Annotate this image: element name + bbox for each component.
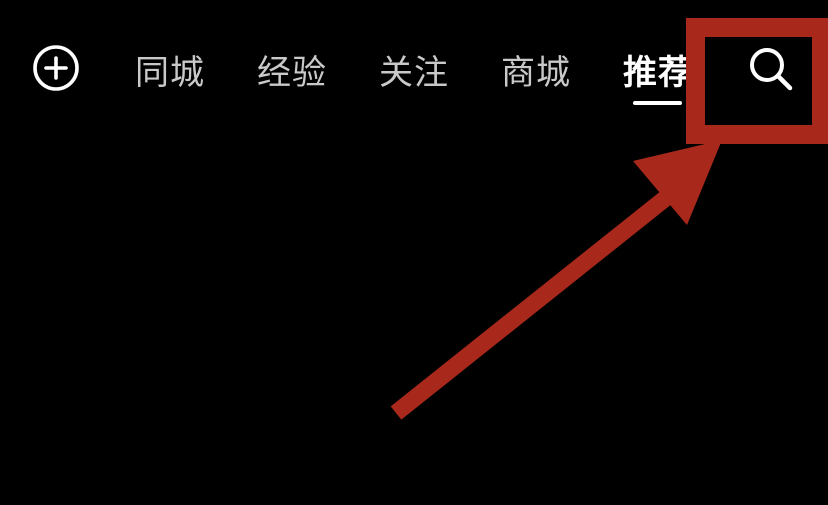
add-button[interactable] <box>31 43 81 93</box>
tab-local[interactable]: 同城 <box>135 44 205 94</box>
tab-following[interactable]: 关注 <box>379 44 449 94</box>
search-icon <box>750 48 793 91</box>
tab-recommend[interactable]: 推荐 <box>623 44 693 94</box>
tab-experience[interactable]: 经验 <box>257 44 327 94</box>
top-nav-bar: 同城 经验 关注 商城 推荐 <box>0 0 828 140</box>
plus-circle-icon <box>33 45 79 91</box>
active-tab-indicator <box>633 101 682 105</box>
app-screen: 同城 经验 关注 商城 推荐 <box>0 0 828 505</box>
search-button[interactable] <box>745 44 797 94</box>
tab-mall[interactable]: 商城 <box>501 44 571 94</box>
